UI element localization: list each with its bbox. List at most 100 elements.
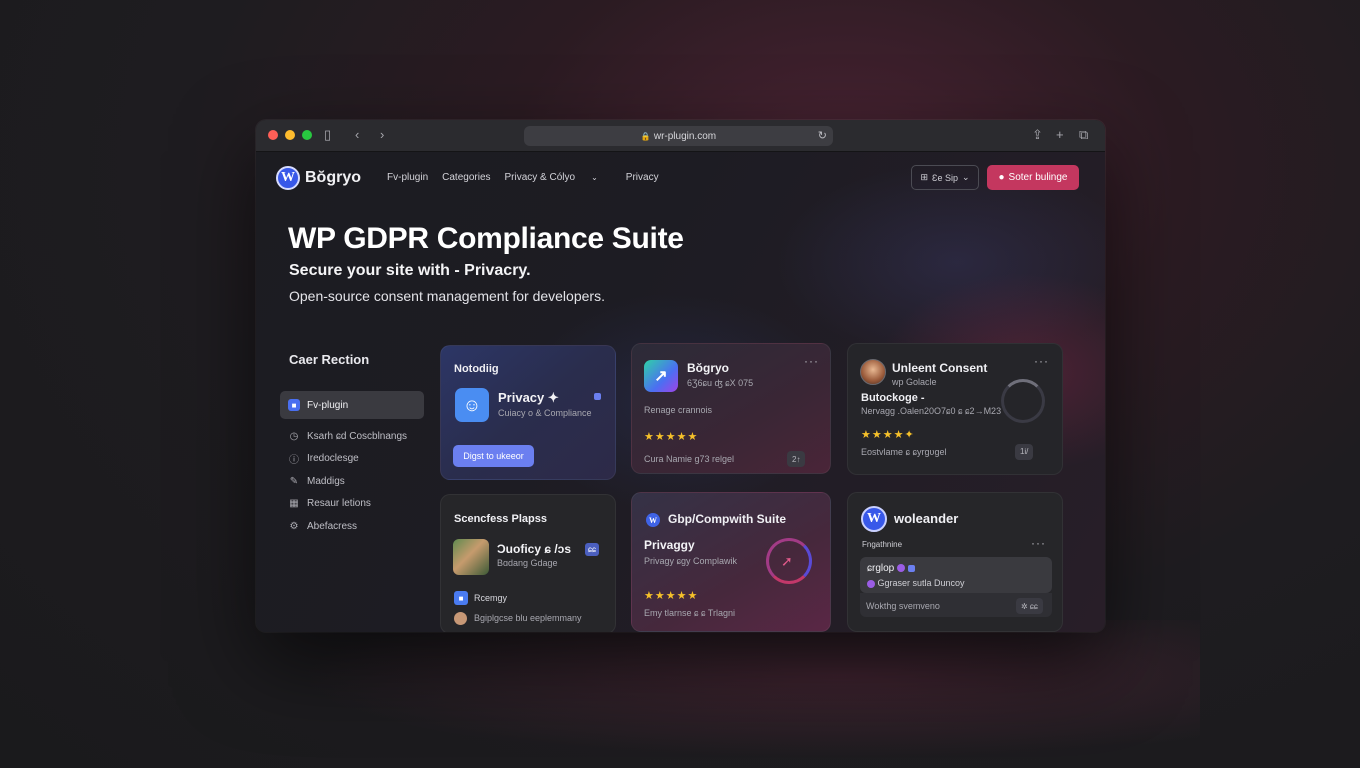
share-icon[interactable]: ⇪ [1032,127,1043,143]
more-options-icon[interactable]: ··· [1031,536,1046,550]
sidebar-list: ■ Fv-plugin ◷ Ksarh ɕd Coscblnangs ⓘ Ire… [280,391,424,538]
nav-link-privacy-dropdown[interactable]: Privacy & Cólyo ⌄ [505,172,612,183]
purple-dot-icon [867,579,875,588]
sidebar-item-search[interactable]: ◷ Ksarh ɕd Coscblnangs [280,425,424,447]
count-badge: 1Ꭵ/ [1015,444,1034,460]
badge-icon [594,393,601,400]
hero-subtitle: Secure your site with - Privacry. [289,262,531,279]
hero-description: Open-source consent management for devel… [289,288,605,304]
sidebar-item-resources[interactable]: ▦ Resaur letions [280,493,424,515]
new-tab-icon[interactable]: + [1056,127,1064,142]
arrow-icon: ➚ [781,553,793,569]
card-title: Unleent Consent [892,361,988,375]
grid-icon: ▦ [289,498,299,509]
card-meta: 6Ʒ6ɕu ʤ ɕX 075 [687,378,754,388]
user-photo [453,539,489,575]
plugin-card-successful[interactable]: Scencfess Plapss Ɔuoficy ɕ /ɔs ɕɕ Bɑdang… [440,494,616,632]
more-options-icon[interactable]: ··· [1034,354,1049,368]
card-subtitle: Bɑdang Gdage [497,558,558,568]
card-footer: Eostvlame ɕ ɕyrgʋgel [861,447,947,457]
chevron-down-icon: ⌄ [591,173,598,182]
card-subtitle: Cuiacy o & Compliance [498,408,592,418]
nav-link-label: Privacy & Cólyo [504,172,576,183]
card-big-title: Privaggy [644,538,695,552]
privacy-bot-icon: ☺ [455,388,489,422]
nav-link-privacy[interactable]: Privacy [626,172,659,183]
blue-dot-icon [907,564,915,572]
star-rating: ★★★★★ [644,431,699,443]
plugin-card-brand[interactable]: ↗ Bŏgryo ··· 6Ʒ6ɕu ʤ ɕX 075 Renage crann… [631,343,831,474]
language-select[interactable]: ⊞ Ɛe Sip ⌄ [911,165,979,190]
count-badge: 2↑ [787,451,806,467]
plugin-card-privacy[interactable]: Notodiig ☺ Privacy ✦ Cuiacy o & Complian… [440,345,616,480]
card-title: Bŏgryo [687,361,729,375]
window-controls [268,130,312,140]
card-description: Renage crannois [644,405,713,415]
card-header: Scencfess Plapss [454,513,547,525]
cta-button[interactable]: ● Soter bulinge [987,165,1079,190]
forward-icon[interactable]: › [380,127,384,142]
card-footer: Emy tlarnse ɕ ɕ Trlagni [644,608,736,618]
maximize-window-button[interactable] [302,130,312,140]
cta-label: Soter bulinge [1008,172,1068,183]
background-glow [300,620,1200,760]
site-nav: W Bŏgryo Fv-plugin Categories Privacy & … [256,152,1105,204]
sidebar-item-label: Ksarh ɕd Coscblnangs [307,430,408,442]
wordpress-logo-icon: W [861,506,887,532]
browser-titlebar: ▯ ‹ › 🔒 wr-plugin.com ↻ ⇪ + ⧉ [256,120,1105,152]
gauge-icon [1001,379,1045,423]
sidebar-item-label: Abefacress [307,520,358,532]
clock-icon: ◷ [289,430,299,442]
close-window-button[interactable] [268,130,278,140]
sidebar-item-label: Resaur letions [307,498,371,509]
card-action-button[interactable]: Digst to ukeeor [453,445,534,467]
plugin-card-woleander[interactable]: W woleander Fngathnine ··· ɕrglop Ggrase… [847,492,1063,632]
plugin-logo-icon: ↗ [644,360,678,392]
url-text: wr-plugin.com [653,130,717,142]
more-options-icon[interactable]: ··· [804,354,819,368]
info-icon: ⓘ [289,455,299,466]
brand-name: Bŏgryo [305,169,361,186]
page-title: WP GDPR Compliance Suite [288,222,684,255]
wordpress-logo-icon: W [276,166,300,190]
tabs-overview-icon[interactable]: ⧉ [1079,127,1088,143]
nav-link-categories[interactable]: Categories [442,172,490,183]
plugin-icon: ■ [288,399,300,411]
minimize-window-button[interactable] [285,130,295,140]
sidebar-item-preferences[interactable]: ⚙ Abefacress [280,515,424,537]
sidebar-item-knowledge[interactable]: ⓘ Iredoclesge [280,448,424,470]
chevron-down-icon: ⌄ [961,172,970,182]
card-header: Fngathnine [862,540,903,549]
avatar [860,359,886,385]
sidebar-item-label: Fv-plugin [307,399,349,411]
inner-subtitle: Ggraser sutla Duncoy [867,578,965,588]
page-content: W Bŏgryo Fv-plugin Categories Privacy & … [256,152,1105,632]
plugin-card-consent[interactable]: Unleent Consent ··· wp Golacle Butockoge… [847,343,1063,475]
card-title: Privacy ✦ [498,390,559,405]
star-rating: ★★★★★ [644,590,699,602]
list-item: Rcemgy [474,593,508,603]
grid-icon: ⊞ [920,172,929,182]
list-item: Bgiplgcse blu eeplemmany [474,613,582,623]
reload-icon[interactable]: ↻ [818,129,827,142]
sidebar-title: Caer Rection [289,352,370,367]
card-title: Ɔuoficy ɕ /ɔs [497,542,572,556]
nav-link-plugin[interactable]: Fv-plugin [387,172,428,183]
sidebar-item-label: Iredoclesge [307,453,359,464]
plugin-card-gdpr-suite[interactable]: W Gbp/Compwith Suite Privaggy Privagy ɕg… [631,492,831,632]
card-title: Gbp/Compwith Suite [668,512,786,526]
language-label: Ɛe Sip [932,172,958,183]
wordpress-icon: W [646,513,660,527]
card-footer: Cura Namie g73 relgel [644,454,735,464]
sidebar-toggle-icon[interactable]: ▯ [324,127,331,143]
avatar [454,612,467,625]
address-bar[interactable]: 🔒 wr-plugin.com ↻ [524,126,833,146]
card-title: woleander [894,511,959,526]
inner-title-text: ɕrglop [867,563,895,574]
sidebar-item-settings[interactable]: ✎ Maddigs [280,470,424,492]
site-logo[interactable]: W Bŏgryo [276,166,361,190]
nav-links: Fv-plugin Categories Privacy & Cólyo ⌄ Pr… [387,172,673,183]
sidebar-item-plugin[interactable]: ■ Fv-plugin [280,391,424,419]
back-icon[interactable]: ‹ [355,127,359,142]
card-subtitle: Privagy ɕgy Complawik [644,556,738,566]
